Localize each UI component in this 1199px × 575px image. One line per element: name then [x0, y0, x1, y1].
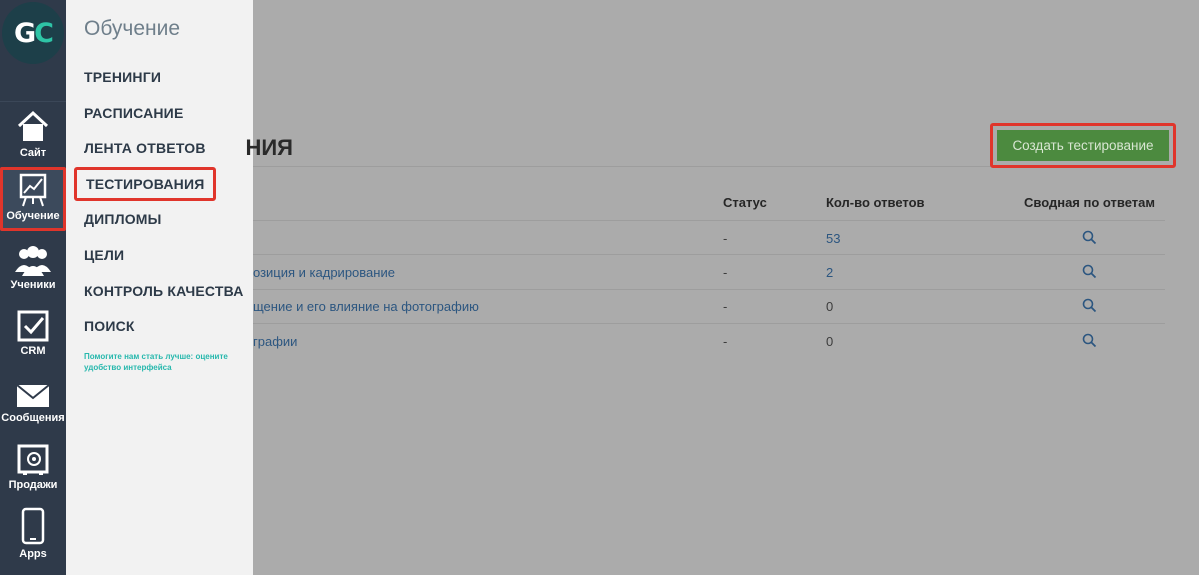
rail-item-label: Обучение [6, 210, 60, 222]
envelope-icon [16, 373, 50, 409]
menu-item-search[interactable]: ПОИСК [84, 318, 135, 334]
test-answers-count[interactable]: 2 [826, 265, 833, 280]
menu-item-schedule[interactable]: РАСПИСАНИЕ [84, 105, 184, 121]
rail-item-students[interactable]: Ученики [0, 240, 66, 292]
test-status: - [723, 265, 728, 280]
feedback-link[interactable]: Помогите нам стать лучше: оцените удобст… [84, 351, 249, 373]
menu-item-quality-control[interactable]: КОНТРОЛЬ КАЧЕСТВА [84, 283, 244, 299]
test-name[interactable]: графии [253, 334, 297, 349]
submenu-title: Обучение [84, 17, 181, 40]
menu-item-tests[interactable]: ТЕСТИРОВАНИЯ [74, 167, 217, 201]
rail-item-site[interactable]: Сайт [0, 108, 66, 164]
rail-item-crm[interactable]: CRM [0, 306, 66, 358]
users-icon [14, 240, 52, 276]
column-header-status: Статус [723, 195, 767, 210]
training-submenu: Обучение ТРЕНИНГИ РАСПИСАНИЕ ЛЕНТА ОТВЕТ… [66, 0, 253, 575]
safe-icon [17, 440, 49, 476]
create-test-button[interactable]: Создать тестирование [997, 130, 1169, 161]
logo-icon: GC [2, 2, 64, 64]
phone-icon [21, 505, 45, 545]
rail-item-messages[interactable]: Сообщения [0, 373, 66, 425]
create-button-highlight: Создать тестирование [990, 123, 1176, 168]
home-icon [16, 108, 50, 144]
column-header-summary: Сводная по ответам [1024, 195, 1155, 210]
rail-item-label: Ученики [10, 279, 56, 291]
rail-divider [0, 66, 66, 102]
search-icon[interactable] [1082, 230, 1097, 250]
rail-item-label: Продажи [8, 479, 58, 491]
search-icon[interactable] [1082, 333, 1097, 353]
row-divider [253, 323, 1165, 324]
test-name[interactable]: щение и его влияние на фотографию [253, 299, 479, 314]
search-icon[interactable] [1082, 298, 1097, 318]
test-name[interactable]: озиция и кадрирование [253, 265, 395, 280]
test-answers-count: 0 [826, 299, 834, 314]
row-divider [253, 289, 1165, 290]
menu-item-trainings[interactable]: ТРЕНИНГИ [84, 69, 161, 85]
rail-item-label: Apps [19, 548, 47, 560]
test-status: - [723, 299, 728, 314]
checkbox-icon [17, 306, 49, 342]
column-header-answers: Кол-во ответов [826, 195, 925, 210]
menu-item-diplomas[interactable]: ДИПЛОМЫ [84, 211, 162, 227]
row-divider [253, 254, 1165, 255]
search-icon[interactable] [1082, 264, 1097, 284]
rail-item-label: Сайт [19, 147, 47, 159]
menu-item-goals[interactable]: ЦЕЛИ [84, 247, 124, 263]
rail-item-label: Сообщения [1, 412, 65, 424]
header-divider [253, 220, 1165, 221]
test-status: - [723, 231, 728, 246]
test-status: - [723, 334, 728, 349]
rail-item-apps[interactable]: Apps [0, 505, 66, 561]
rail-item-label: CRM [20, 345, 46, 357]
test-answers-count: 0 [826, 334, 834, 349]
main-content: НИЯ Создать тестирование Статус Кол-во о… [245, 0, 1199, 575]
test-answers-count[interactable]: 53 [826, 231, 840, 246]
training-board-icon [18, 171, 48, 207]
getcourse-logo[interactable]: GC [0, 0, 66, 66]
rail-item-training[interactable]: Обучение [0, 167, 66, 231]
rail-item-sales[interactable]: Продажи [0, 440, 66, 492]
menu-item-answers-feed[interactable]: ЛЕНТА ОТВЕТОВ [84, 140, 206, 156]
icon-rail: GC Сайт Обучение Ученики CRM Сообщения П… [0, 0, 66, 575]
